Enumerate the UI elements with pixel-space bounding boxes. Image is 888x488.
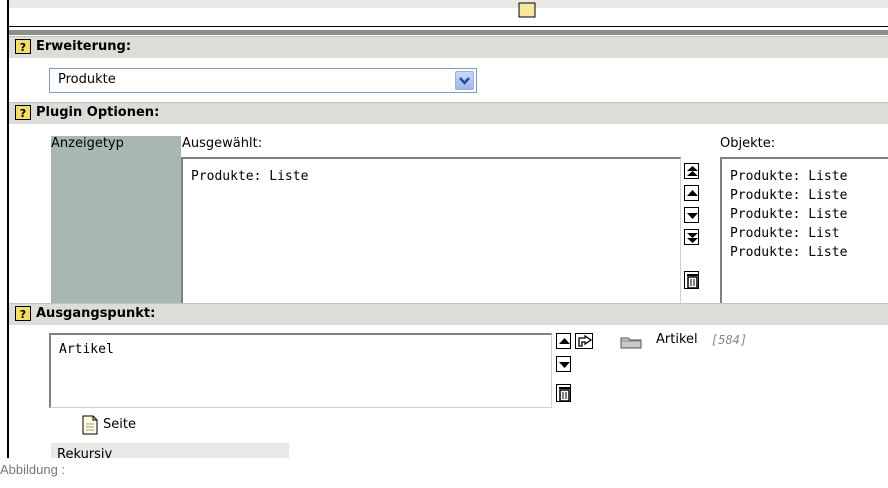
erweiterung-select[interactable]: Produkte [49,68,477,93]
move-up-button[interactable] [556,333,571,349]
help-icon[interactable]: ? [15,306,31,321]
section-title: Ausgangspunkt: [36,306,156,321]
arrow-down-icon [559,362,570,368]
section-title: Erweiterung: [36,39,132,54]
help-icon[interactable]: ? [15,105,31,120]
double-arrow-down-icon [687,233,698,243]
ausgangspunkt-listbox[interactable]: Artikel [49,333,552,408]
page-icon [82,415,98,435]
objekte-label: Objekte: [720,136,776,151]
list-item[interactable]: Produkte: Liste [730,245,847,260]
top-toolbar [9,0,888,8]
arrow-up-icon [559,338,570,344]
move-up-button[interactable] [684,185,699,201]
delete-button[interactable] [684,271,699,289]
divider [9,30,888,35]
page-link[interactable]: Seite [103,417,136,432]
objects-listbox[interactable]: Produkte: Liste Produkte: Liste Produkte… [720,157,888,310]
arrow-down-icon [687,213,698,219]
figure-caption: Abbildung : [0,462,66,477]
move-down-button[interactable] [556,356,571,372]
browse-button[interactable] [575,333,593,349]
list-item[interactable]: Produkte: Liste [730,188,847,203]
move-down-button[interactable] [684,207,699,223]
browse-icon [578,334,593,347]
anzeigetyp-label: Anzeigetyp [51,136,124,151]
selected-items-listbox[interactable]: Produkte: Liste [181,157,681,310]
double-arrow-up-icon [687,166,698,176]
delete-button[interactable] [556,384,571,402]
section-header-erweiterung: ? Erweiterung: [9,36,888,58]
trash-icon [687,274,698,289]
svg-text:?: ? [20,41,26,54]
list-item[interactable]: Produkte: Liste [730,169,847,184]
help-icon[interactable] [516,2,538,18]
anzeigetyp-cell [51,136,181,313]
folder-icon [620,337,642,349]
list-item[interactable]: Produkte: Liste [730,207,847,222]
form-frame: ? Erweiterung: Produkte ? Plugin Optione… [7,0,888,458]
trash-icon [559,387,570,402]
chevron-down-icon[interactable] [455,71,474,90]
move-bottom-button[interactable] [684,229,699,245]
arrow-up-icon [687,190,698,196]
record-label[interactable]: Artikel [656,332,698,347]
svg-text:?: ? [20,308,26,321]
ausgewaehlt-label: Ausgewählt: [182,136,263,151]
list-item[interactable]: Artikel [59,342,114,357]
record-id: [584] [711,333,748,347]
select-value: Produkte [58,72,116,87]
list-item[interactable]: Produkte: Liste [191,169,308,184]
move-top-button[interactable] [684,163,699,179]
recursive-label: Rekursiv [57,447,113,458]
svg-text:?: ? [20,107,26,120]
section-header-plugin-optionen: ? Plugin Optionen: [9,102,888,124]
section-header-ausgangspunkt: ? Ausgangspunkt: [9,303,888,325]
divider [9,26,888,27]
help-icon[interactable]: ? [15,39,31,54]
section-title: Plugin Optionen: [36,105,160,120]
list-item[interactable]: Produkte: List [730,226,840,241]
